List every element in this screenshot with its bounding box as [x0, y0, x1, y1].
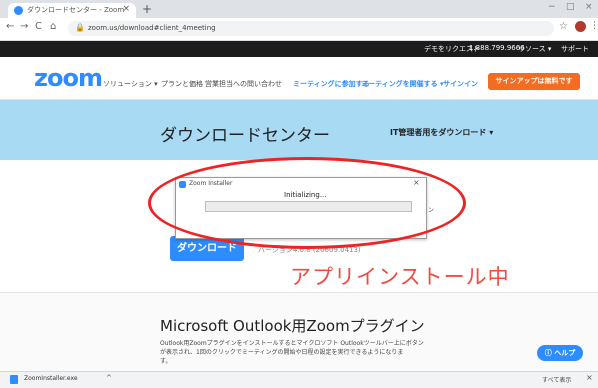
- bookmark-star-icon[interactable]: ☆: [559, 21, 568, 32]
- resources-link[interactable]: リソース ▾: [518, 44, 551, 54]
- help-button[interactable]: ⓘ ヘルプ: [537, 345, 583, 361]
- download-shelf-close-icon[interactable]: ×: [586, 373, 593, 382]
- new-tab-button[interactable]: +: [142, 2, 152, 16]
- zoom-favicon-icon: [14, 6, 23, 15]
- minimize-button[interactable]: −: [548, 2, 556, 12]
- browser-tab[interactable]: ダウンロードセンター - Zoom ×: [8, 3, 136, 18]
- chevron-up-icon[interactable]: ^: [106, 374, 112, 382]
- downloaded-file-item[interactable]: ZoomInstaller.exe ^: [10, 374, 112, 385]
- phone-link[interactable]: 1.888.799.9666: [469, 44, 525, 52]
- admin-download-link[interactable]: IT管理者用をダウンロード ▾: [390, 127, 493, 138]
- window-close-button[interactable]: ×: [585, 2, 593, 12]
- downloaded-file-name: ZoomInstaller.exe: [24, 375, 78, 382]
- outlook-description-line-2: が表示され、1回のクリックでミーティングの開始や日程の設定を実行できるようになり…: [160, 349, 404, 356]
- nav-sign-in[interactable]: サインイン: [443, 79, 478, 89]
- url-text: zoom.us/download#client_4meeting: [88, 24, 216, 32]
- browser-menu-icon[interactable]: ⋮: [590, 21, 598, 31]
- tab-close-icon[interactable]: ×: [122, 4, 130, 14]
- page-title: ダウンロードセンター: [160, 126, 330, 146]
- address-bar[interactable]: 🔒 zoom.us/download#client_4meeting: [68, 21, 554, 36]
- tab-title: ダウンロードセンター - Zoom: [27, 6, 125, 14]
- nav-contact-sales[interactable]: 営業担当への問い合わせ: [205, 79, 282, 89]
- outlook-description-line-3: す。: [160, 358, 172, 365]
- outlook-description-line-1: Outlook用Zoomプラグインをインストールするとマイクロソフト Outlo…: [160, 340, 424, 347]
- nav-host-meeting[interactable]: ミーティングを開催する ▾: [361, 79, 444, 89]
- signup-button[interactable]: サインアップは無料です: [488, 73, 580, 90]
- reload-button[interactable]: C: [35, 21, 42, 32]
- profile-avatar[interactable]: [575, 21, 586, 32]
- forward-button[interactable]: →: [20, 21, 28, 32]
- lock-icon: 🔒: [75, 23, 85, 32]
- nav-solutions[interactable]: ソリューション ▾: [103, 79, 158, 89]
- outlook-plugin-title: Microsoft Outlook用Zoomプラグイン: [160, 317, 425, 335]
- installing-annotation: アプリインストール中: [290, 265, 510, 289]
- red-highlight-ellipse: [148, 157, 466, 249]
- maximize-button[interactable]: □: [566, 2, 575, 12]
- home-button[interactable]: ⌂: [50, 21, 56, 32]
- show-all-downloads-link[interactable]: すべて表示: [542, 375, 571, 384]
- zoom-logo[interactable]: zoom: [34, 64, 103, 92]
- installer-file-icon: [10, 375, 18, 384]
- nav-join-meeting[interactable]: ミーティングに参加する: [293, 79, 370, 89]
- nav-plans-pricing[interactable]: プランと価格: [161, 79, 203, 89]
- support-link[interactable]: サポート: [561, 44, 589, 54]
- back-button[interactable]: ←: [6, 21, 14, 32]
